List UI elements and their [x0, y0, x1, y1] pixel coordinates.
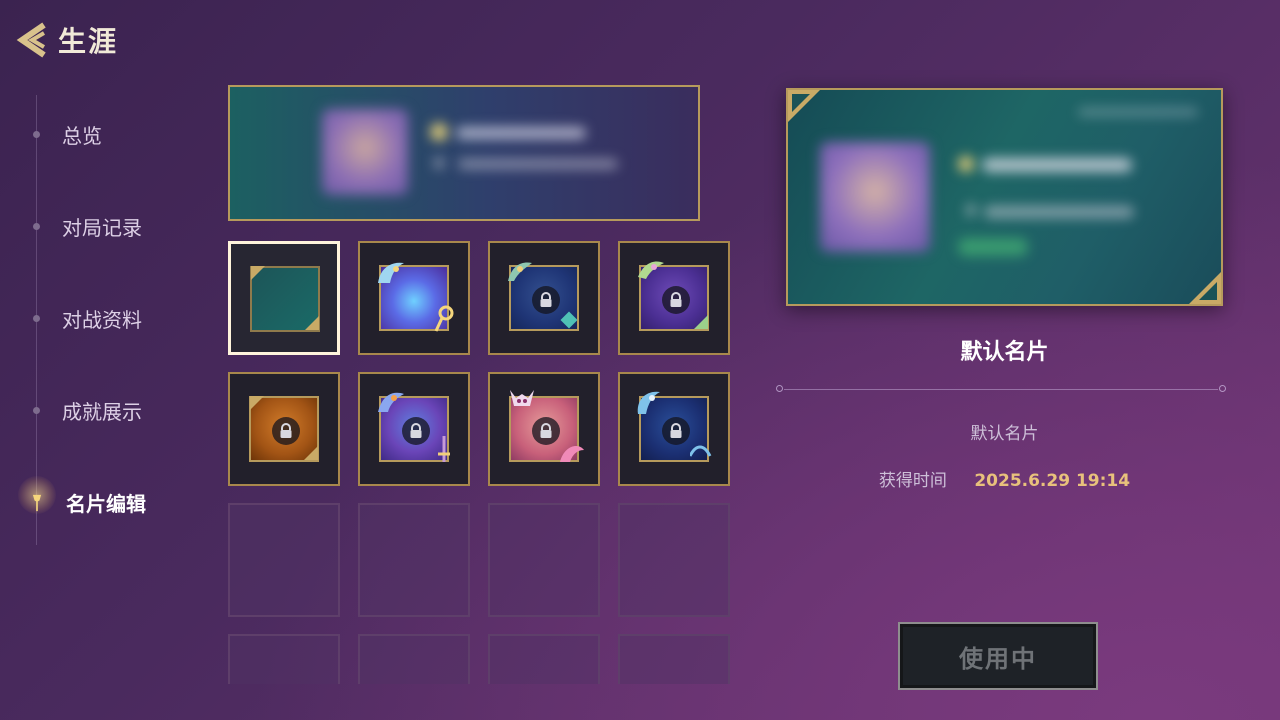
card-name-subtitle: 默认名片 — [970, 424, 1039, 444]
card-tile[interactable] — [358, 241, 470, 355]
lock-badge — [272, 417, 300, 445]
key-ornament-icon — [434, 305, 454, 332]
lock-badge — [532, 286, 560, 314]
lock-badge — [402, 417, 430, 445]
corner-ornament-icon — [1189, 272, 1221, 304]
lock-icon — [540, 292, 552, 307]
empty-card-slot — [618, 634, 730, 684]
card-tile[interactable] — [358, 372, 470, 486]
card-tile[interactable] — [228, 372, 340, 486]
corner-ornament-icon — [305, 316, 319, 330]
corner-ornament-icon — [304, 446, 318, 460]
wave-ornament-icon — [690, 445, 712, 457]
sidebar-item-match-history[interactable]: 对局记录 — [30, 212, 142, 241]
lock-badge — [662, 286, 690, 314]
card-tile[interactable] — [618, 241, 730, 355]
card-name-title: 默认名片 — [960, 340, 1049, 365]
card-tile[interactable] — [488, 372, 600, 486]
page-title: 生涯 — [58, 25, 119, 58]
sidebar-item-label: 总览 — [62, 124, 102, 148]
nav-dot-icon — [33, 315, 40, 322]
empty-card-slot — [358, 503, 470, 617]
lock-icon — [280, 423, 292, 438]
divider — [776, 385, 1226, 392]
empty-card-slot — [488, 634, 600, 684]
fox-ornament-icon — [510, 390, 534, 406]
lock-badge — [532, 417, 560, 445]
dragon-ornament-icon — [378, 262, 404, 283]
spirit-ornament-icon — [637, 391, 660, 414]
card-preview — [228, 85, 700, 221]
tail-ornament-icon — [560, 446, 584, 462]
card-detail-preview — [786, 88, 1223, 306]
sidebar-item-label: 对战资料 — [62, 308, 142, 332]
acquired-time-label: 获得时间 — [878, 471, 947, 491]
sidebar-item-achievements[interactable]: 成就展示 — [30, 396, 142, 425]
sidebar-item-overview[interactable]: 总览 — [30, 120, 102, 149]
sword-ornament-icon — [438, 436, 450, 462]
acquired-time-value: 2025.6.29 19:14 — [974, 471, 1131, 491]
lock-icon — [410, 423, 422, 438]
avatar — [322, 109, 408, 195]
sidebar-item-label: 成就展示 — [62, 400, 142, 424]
floral-ornament-icon — [508, 262, 532, 281]
sidebar-item-battle-stats[interactable]: 对战资料 — [30, 304, 142, 333]
in-use-button[interactable]: 使用中 — [898, 622, 1098, 690]
empty-card-slot — [488, 503, 600, 617]
corner-ornament-icon — [788, 90, 820, 122]
empty-card-slot — [618, 503, 730, 617]
corner-ornament-icon — [251, 266, 265, 280]
back-button[interactable]: 生涯 — [14, 20, 118, 60]
card-tile[interactable] — [488, 241, 600, 355]
avatar — [820, 142, 930, 252]
empty-card-slot — [228, 503, 340, 617]
lock-icon — [540, 423, 552, 438]
leaf-ornament-icon — [694, 315, 708, 329]
lock-icon — [670, 292, 682, 307]
empty-card-slot — [358, 634, 470, 684]
nav-dot-icon — [33, 223, 40, 230]
lock-badge — [662, 417, 690, 445]
sidebar-item-label: 名片编辑 — [66, 492, 146, 516]
empty-card-slot — [228, 634, 340, 684]
leaf-ornament-icon — [638, 261, 664, 279]
card-edit-icon — [32, 494, 42, 511]
gem-ornament-icon — [560, 311, 578, 329]
lock-icon — [670, 423, 682, 438]
card-tile[interactable] — [618, 372, 730, 486]
nav-dot-icon — [33, 131, 40, 138]
corner-ornament-icon — [250, 396, 264, 410]
dragon-ornament-icon — [378, 392, 404, 412]
in-use-button-label: 使用中 — [959, 644, 1037, 673]
sidebar-item-card-edit[interactable]: 名片编辑 — [18, 476, 146, 517]
nav-dot-icon — [33, 407, 40, 414]
acquired-time: 获得时间 2025.6.29 19:14 — [786, 466, 1223, 491]
back-chevron-icon — [16, 22, 46, 58]
card-tile-default[interactable] — [228, 241, 340, 355]
sidebar-item-label: 对局记录 — [62, 216, 142, 240]
